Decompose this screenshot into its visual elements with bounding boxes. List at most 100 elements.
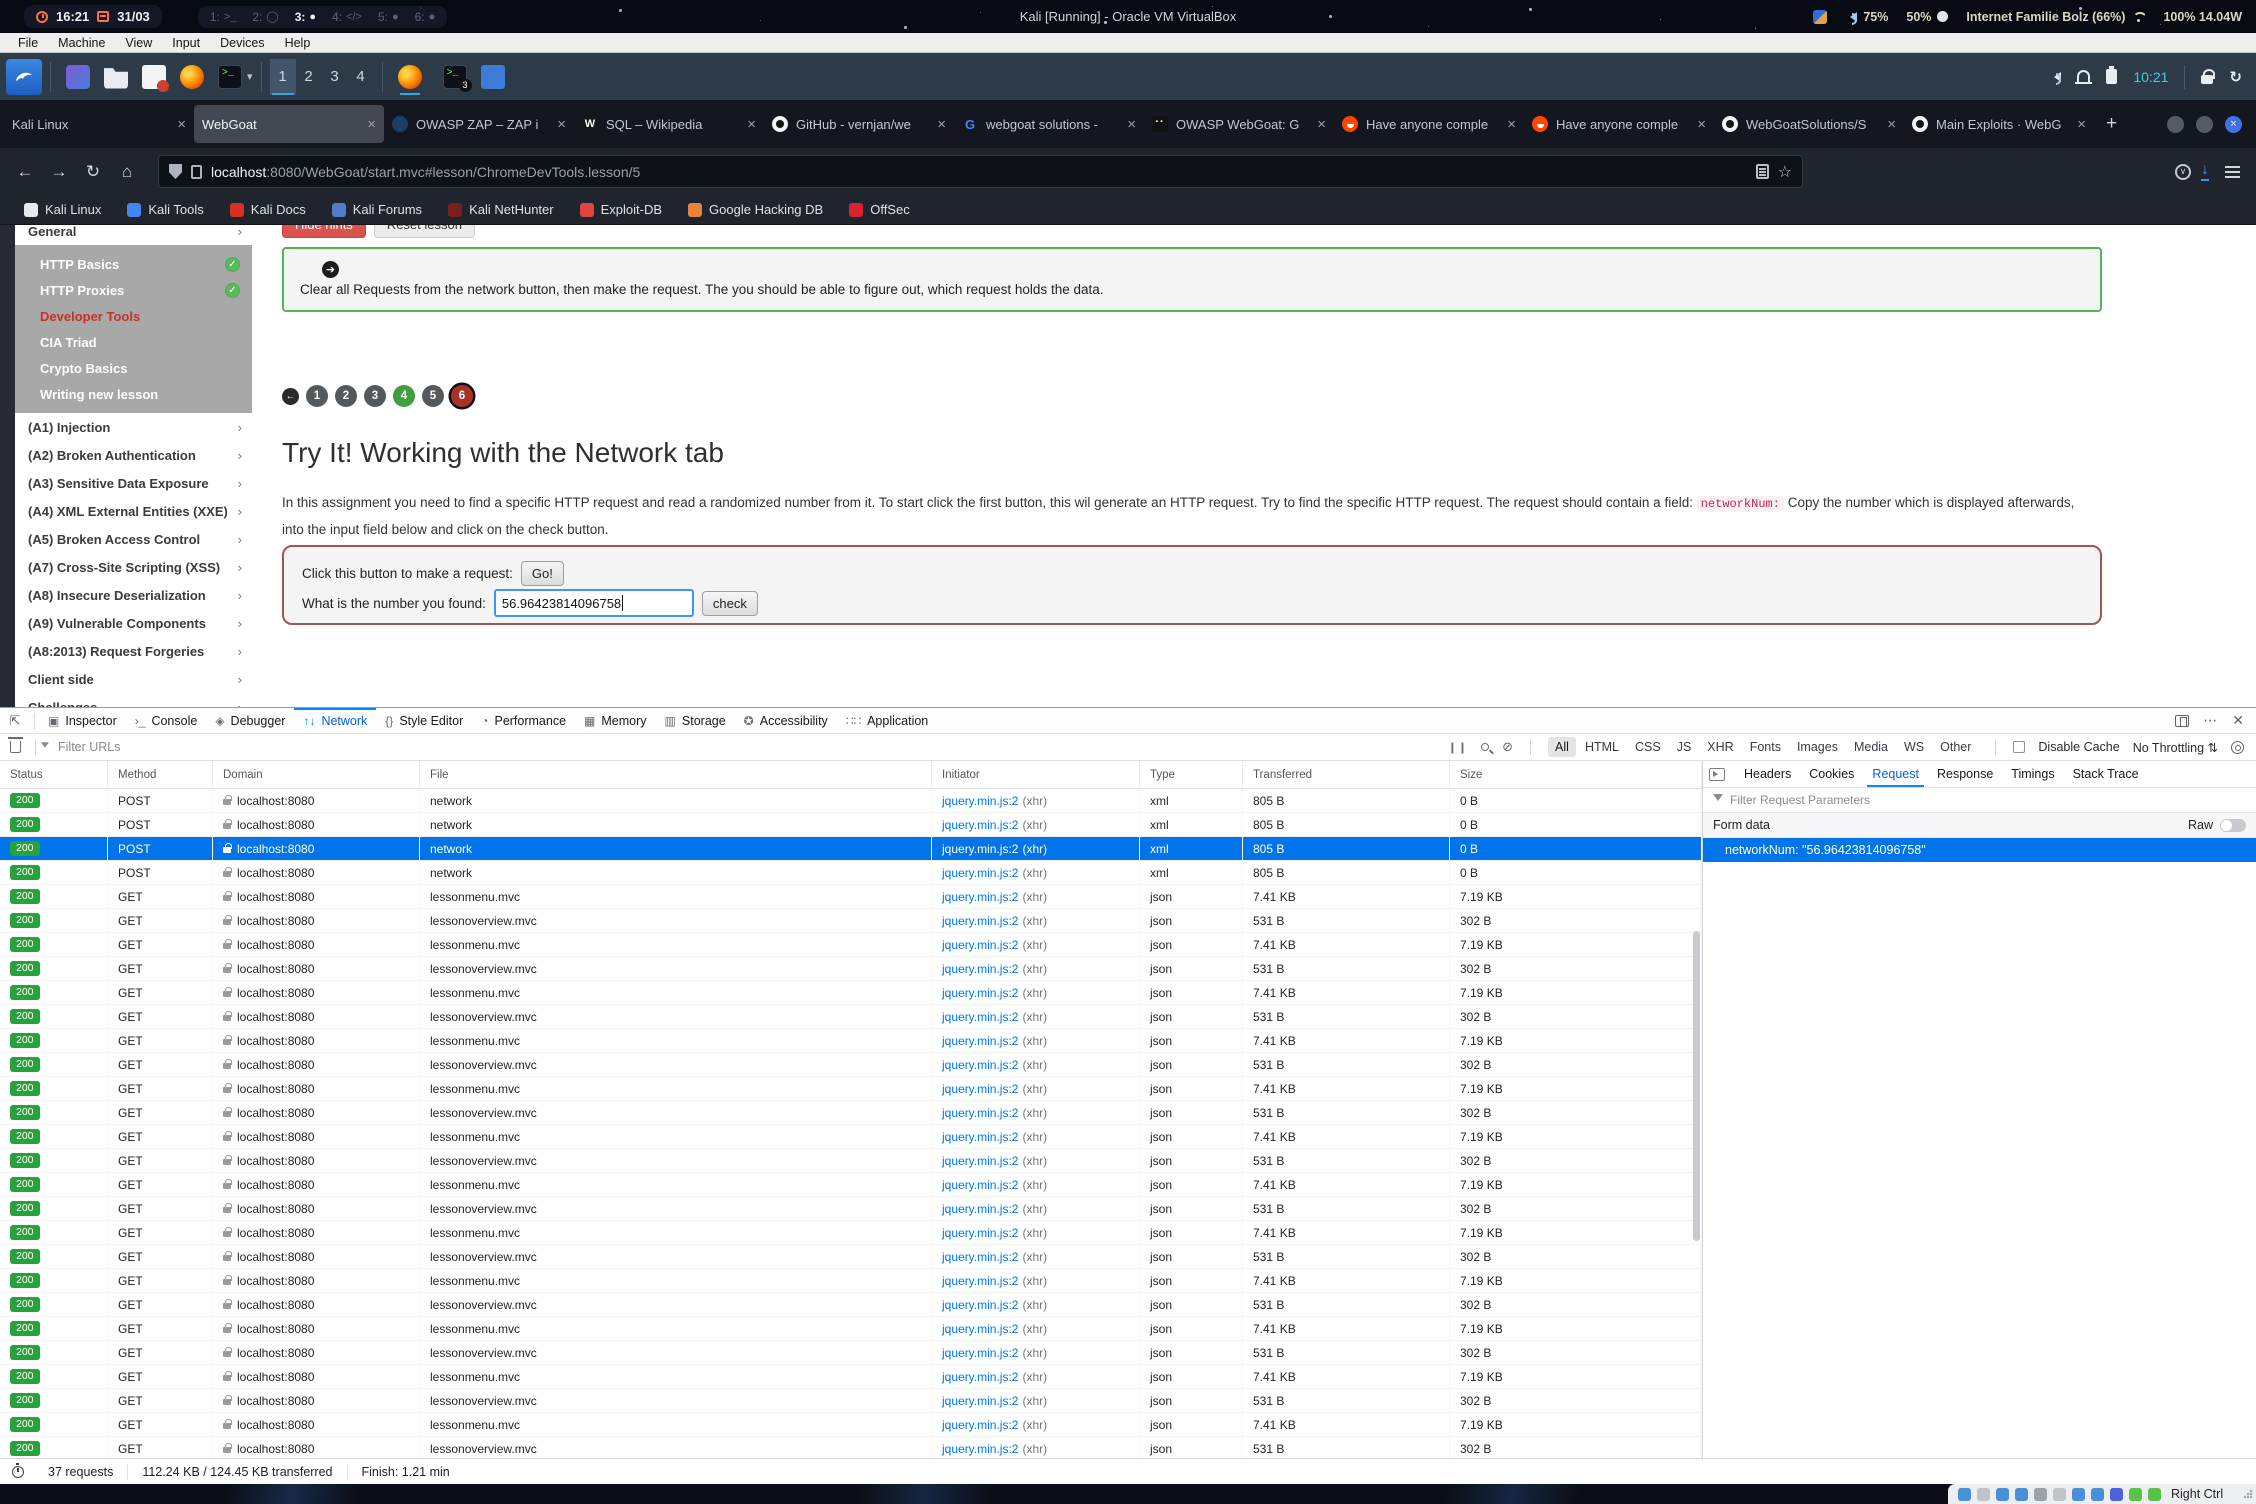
sidebar-lesson-item[interactable]: Writing new lesson ✓ bbox=[15, 381, 252, 407]
firefox-taskbar-icon[interactable] bbox=[398, 65, 422, 89]
check-button[interactable]: check bbox=[702, 591, 758, 616]
answer-input[interactable]: 56.96423814096758 bbox=[494, 589, 694, 617]
sidebar-category-item[interactable]: (A8) Insecure Deserialization › bbox=[15, 581, 252, 609]
network-request-row[interactable]: 200 POST localhost:8080 network jquery.m… bbox=[0, 837, 1702, 861]
bookmark-item[interactable]: Kali Forums bbox=[332, 202, 422, 217]
initiator-link[interactable]: jquery.min.js:2 bbox=[942, 1418, 1018, 1432]
vbox-menu-item[interactable]: Machine bbox=[48, 36, 115, 50]
devtools-tab[interactable]: ↑↓ Network bbox=[294, 708, 376, 734]
filter-request-parameters-input[interactable]: Filter Request Parameters bbox=[1730, 793, 1870, 807]
file-manager-icon[interactable] bbox=[104, 65, 128, 89]
devtools-menu-icon[interactable]: ⋯ bbox=[2203, 712, 2218, 729]
host-workspace-item[interactable]: 5: ● bbox=[378, 10, 399, 24]
type-filter-button[interactable]: Media bbox=[1847, 737, 1895, 757]
vbox-menu-item[interactable]: Devices bbox=[210, 36, 274, 50]
network-list-scrollbar[interactable] bbox=[1693, 931, 1700, 1241]
type-filter-button[interactable]: Fonts bbox=[1743, 737, 1788, 757]
reader-mode-icon[interactable] bbox=[1756, 164, 1769, 179]
vm-lock-icon[interactable] bbox=[2201, 75, 2213, 84]
browser-tab[interactable]: SQL – Wikipedia × bbox=[574, 105, 764, 143]
window-maximize-button[interactable] bbox=[2196, 116, 2213, 133]
initiator-link[interactable]: jquery.min.js:2 bbox=[942, 842, 1018, 856]
pocket-icon[interactable]: ∨ bbox=[2175, 164, 2191, 180]
sidebar-category-item[interactable]: (A1) Injection › bbox=[15, 413, 252, 441]
vbox-tray-icon[interactable] bbox=[1813, 10, 1827, 24]
page-button[interactable]: 1 bbox=[306, 385, 328, 407]
column-header[interactable]: Initiator bbox=[932, 761, 1140, 788]
initiator-link[interactable]: jquery.min.js:2 bbox=[942, 1226, 1018, 1240]
column-header[interactable]: Domain bbox=[213, 761, 420, 788]
initiator-link[interactable]: jquery.min.js:2 bbox=[942, 1274, 1018, 1288]
tray-volume[interactable]: 75% bbox=[1845, 10, 1888, 24]
bookmark-item[interactable]: OffSec bbox=[849, 202, 910, 217]
network-request-row[interactable]: 200 GET localhost:8080 lessonmenu.mvc jq… bbox=[0, 1221, 1702, 1245]
bookmark-item[interactable]: Kali Linux bbox=[24, 202, 101, 217]
back-button[interactable]: ← bbox=[8, 156, 42, 188]
hide-hints-button[interactable]: Hide hints bbox=[282, 225, 366, 238]
initiator-link[interactable]: jquery.min.js:2 bbox=[942, 1178, 1018, 1192]
sidebar-category-item[interactable]: (A7) Cross-Site Scripting (XSS) › bbox=[15, 553, 252, 581]
clear-requests-icon[interactable] bbox=[10, 741, 21, 753]
vm-battery-icon[interactable] bbox=[2106, 69, 2117, 84]
tab-close-icon[interactable]: × bbox=[1697, 116, 1706, 133]
text-editor-icon[interactable] bbox=[142, 65, 166, 89]
network-request-row[interactable]: 200 GET localhost:8080 lessonoverview.mv… bbox=[0, 1341, 1702, 1365]
devtools-tab[interactable]: ✪ Accessibility bbox=[735, 708, 837, 734]
collapse-panel-icon[interactable] bbox=[1709, 768, 1725, 781]
host-workspace-item[interactable]: 1: >_ bbox=[210, 10, 237, 24]
shared-folders-icon[interactable] bbox=[2053, 1488, 2066, 1501]
initiator-link[interactable]: jquery.min.js:2 bbox=[942, 1250, 1018, 1264]
tab-close-icon[interactable]: × bbox=[1127, 116, 1136, 133]
type-filter-button[interactable]: JS bbox=[1670, 737, 1699, 757]
pause-icon[interactable]: ❙❙ bbox=[1448, 741, 1468, 754]
form-data-param-row[interactable]: networkNum: "56.96423814096758" bbox=[1703, 838, 2256, 862]
initiator-link[interactable]: jquery.min.js:2 bbox=[942, 818, 1018, 832]
page-button[interactable]: 4 bbox=[393, 385, 415, 407]
request-panel-tab[interactable]: Headers bbox=[1735, 762, 1800, 786]
network-request-row[interactable]: 200 GET localhost:8080 lessonoverview.mv… bbox=[0, 1389, 1702, 1413]
initiator-link[interactable]: jquery.min.js:2 bbox=[942, 1058, 1018, 1072]
terminal-launcher-icon[interactable] bbox=[218, 65, 242, 89]
browser-tab[interactable]: OWASP ZAP – ZAP i × bbox=[384, 105, 574, 143]
tab-close-icon[interactable]: × bbox=[557, 116, 566, 133]
initiator-link[interactable]: jquery.min.js:2 bbox=[942, 1370, 1018, 1384]
request-panel-tab[interactable]: Cookies bbox=[1800, 762, 1863, 786]
network-request-row[interactable]: 200 GET localhost:8080 lessonoverview.mv… bbox=[0, 1293, 1702, 1317]
initiator-link[interactable]: jquery.min.js:2 bbox=[942, 1130, 1018, 1144]
terminal-dropdown-caret[interactable]: ▾ bbox=[247, 70, 253, 83]
network-icon[interactable] bbox=[2015, 1488, 2028, 1501]
host-clock-pill[interactable]: 16:21 31/03 bbox=[24, 5, 162, 28]
downloads-icon[interactable]: ↓ bbox=[2201, 163, 2209, 181]
sidebar-lesson-item[interactable]: HTTP Proxies ✓ bbox=[15, 277, 252, 303]
type-filter-button[interactable]: HTML bbox=[1578, 737, 1626, 757]
network-request-row[interactable]: 200 GET localhost:8080 lessonmenu.mvc jq… bbox=[0, 885, 1702, 909]
tab-close-icon[interactable]: × bbox=[1887, 116, 1896, 133]
devtools-tab[interactable]: ▥ Storage bbox=[656, 708, 735, 734]
network-request-row[interactable]: 200 POST localhost:8080 network jquery.m… bbox=[0, 789, 1702, 813]
sidebar-lesson-item[interactable]: CIA Triad ✓ bbox=[15, 329, 252, 355]
bookmark-item[interactable]: Kali NetHunter bbox=[448, 202, 554, 217]
browser-tab[interactable]: OWASP WebGoat: G × bbox=[1144, 105, 1334, 143]
initiator-link[interactable]: jquery.min.js:2 bbox=[942, 962, 1018, 976]
window-close-button[interactable]: × bbox=[2225, 116, 2242, 133]
tray-battery[interactable]: 50% bbox=[1906, 10, 1948, 24]
initiator-link[interactable]: jquery.min.js:2 bbox=[942, 1034, 1018, 1048]
vm-volume-icon[interactable] bbox=[2049, 72, 2061, 82]
resize-grip[interactable] bbox=[2243, 1489, 2253, 1499]
network-request-row[interactable]: 200 POST localhost:8080 network jquery.m… bbox=[0, 861, 1702, 885]
initiator-link[interactable]: jquery.min.js:2 bbox=[942, 1442, 1018, 1456]
sidebar-lesson-item[interactable]: HTTP Basics ✓ bbox=[15, 251, 252, 277]
page-button[interactable]: 5 bbox=[422, 385, 444, 407]
initiator-link[interactable]: jquery.min.js:2 bbox=[942, 938, 1018, 952]
browser-tab[interactable]: WebGoatSolutions/S × bbox=[1714, 105, 1904, 143]
url-bar[interactable]: localhost:8080/WebGoat/start.mvc#lesson/… bbox=[158, 155, 1803, 188]
filter-urls-input[interactable]: Filter URLs bbox=[58, 740, 121, 754]
sidebar-category-item[interactable]: Client side › bbox=[15, 665, 252, 693]
bookmark-item[interactable]: Kali Docs bbox=[230, 202, 306, 217]
sidebar-category-item[interactable]: (A9) Vulnerable Components › bbox=[15, 609, 252, 637]
tab-close-icon[interactable]: × bbox=[747, 116, 756, 133]
tab-close-icon[interactable]: × bbox=[937, 116, 946, 133]
home-button[interactable]: ⌂ bbox=[110, 156, 144, 188]
vm-workspace-button[interactable]: 4 bbox=[348, 59, 374, 95]
files-taskbar-icon[interactable] bbox=[481, 65, 505, 89]
